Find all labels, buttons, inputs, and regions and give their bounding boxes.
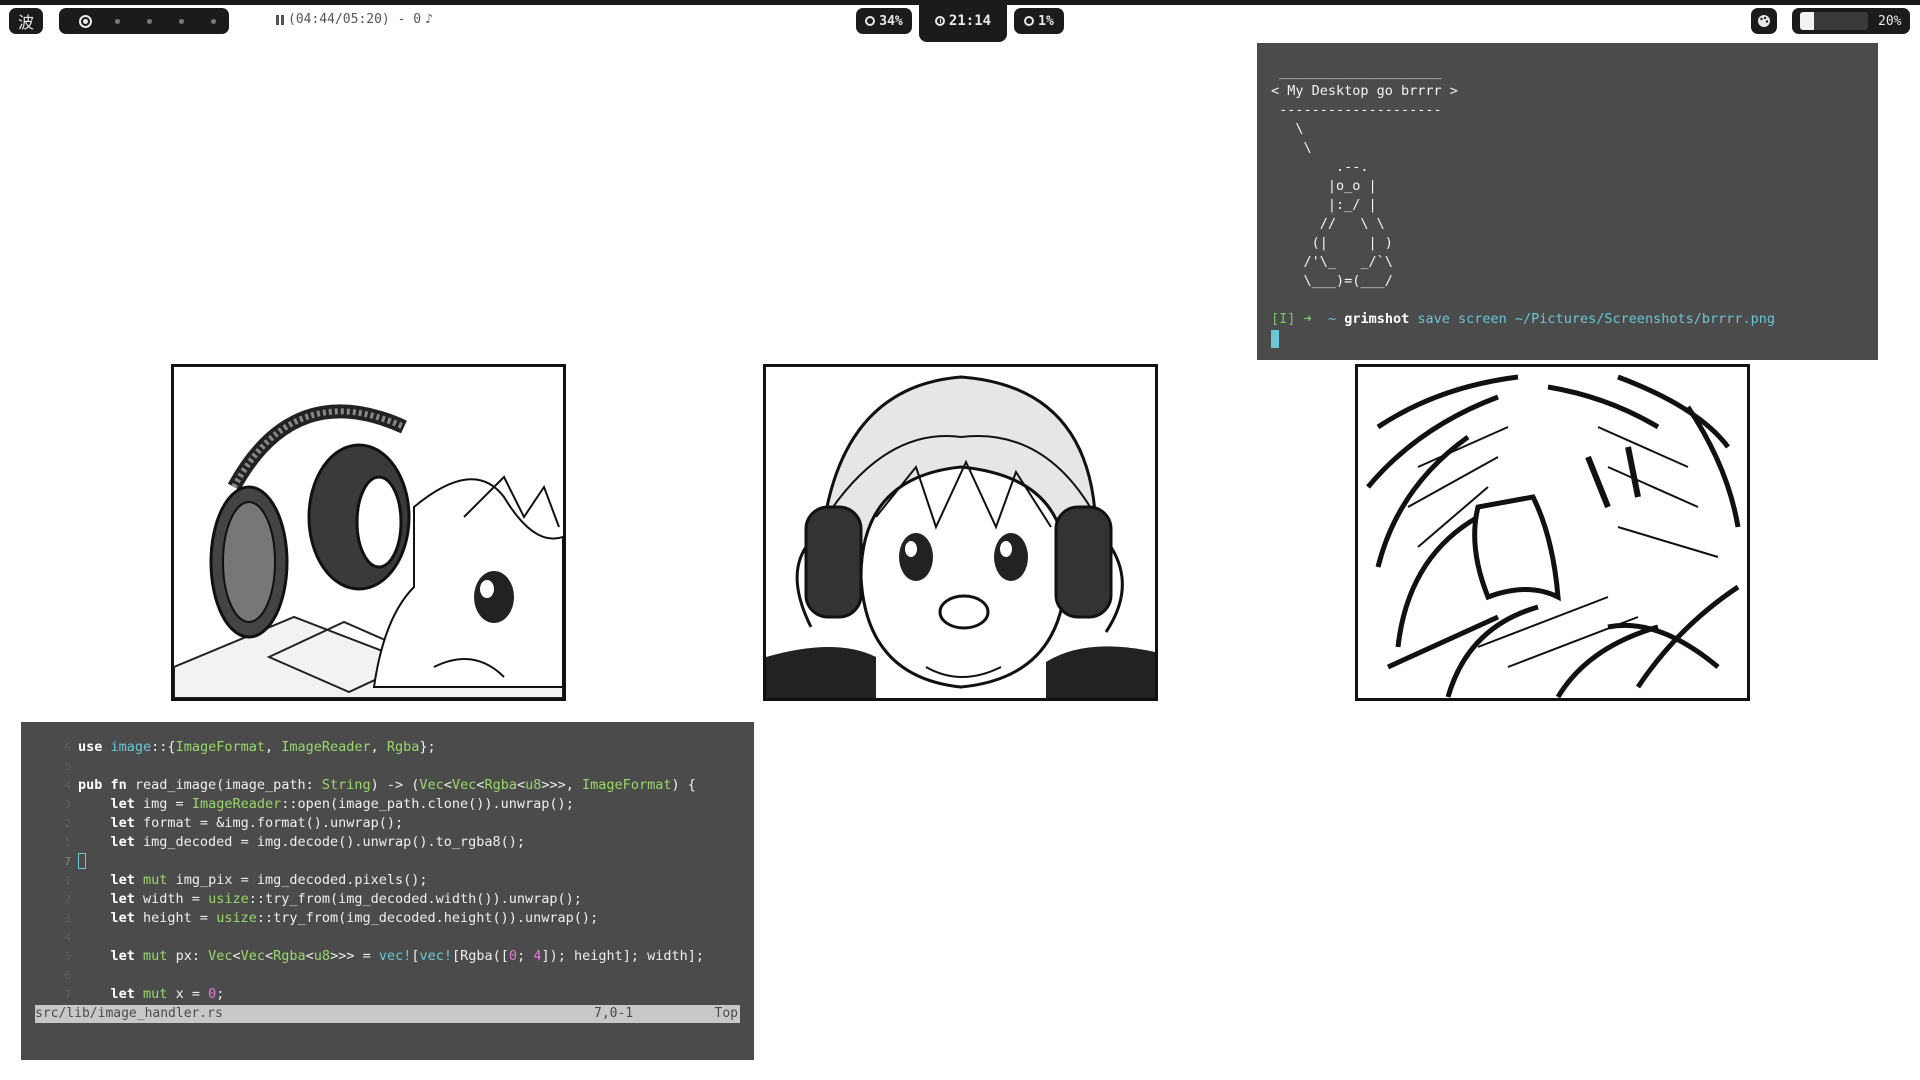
media-progress: (04:44/05:20) - 0 xyxy=(288,12,422,27)
code-line: 6 xyxy=(64,969,71,982)
workspace-2[interactable] xyxy=(101,18,133,24)
terminal-cursor xyxy=(1271,330,1279,348)
cpu-icon xyxy=(865,16,876,26)
launcher-logo[interactable]: 波 xyxy=(9,8,43,34)
shell-prompt[interactable]: [I] ➜ ~ grimshot save screen ~/Pictures/… xyxy=(1271,310,1878,329)
manga-panel-girl-headphones xyxy=(763,364,1158,701)
code-line-current: 7 xyxy=(21,852,754,871)
workspace-switcher xyxy=(59,8,229,34)
theme-toggle[interactable] xyxy=(1751,8,1777,34)
code-line: 2 let format = &img.format().unwrap(); xyxy=(64,815,404,831)
manga-panel-scribble-face xyxy=(1355,364,1750,701)
code-line: 2 let width = usize::try_from(img_decode… xyxy=(64,891,582,907)
battery-bar xyxy=(1800,12,1868,30)
editor-statusline: src/lib/image_handler.rs 7,0-1 Top xyxy=(35,1005,740,1023)
cpu-widget[interactable]: 34% xyxy=(856,8,912,34)
cpu-value: 34% xyxy=(879,13,903,29)
manga-panel-headphones-closeup xyxy=(171,364,566,701)
cowsay-output: ____________________ < My Desktop go brr… xyxy=(1271,64,1458,289)
prompt-mode: [I] xyxy=(1271,311,1296,327)
code-line: 5 xyxy=(64,760,71,773)
palette-icon xyxy=(1758,15,1770,27)
code-line: 6 use image::{ImageFormat, ImageReader, R… xyxy=(64,739,436,755)
code-line: 1 let mut img_pix = img_decoded.pixels()… xyxy=(64,872,428,888)
memory-value: 1% xyxy=(1038,13,1054,29)
code-line: 5 let mut px: Vec<Vec<Rgba<u8>>> = vec![… xyxy=(64,948,705,964)
code-line: 3 let height = usize::try_from(img_decod… xyxy=(64,910,599,926)
battery-widget[interactable]: 20% xyxy=(1792,8,1910,34)
command-args: save screen ~/Pictures/Screenshots/brrrr… xyxy=(1417,311,1776,327)
prompt-arrow-icon: ➜ xyxy=(1303,311,1312,327)
workspace-1[interactable] xyxy=(69,14,101,28)
code-line: 7 let mut x = 0; xyxy=(64,986,225,1002)
battery-value: 20% xyxy=(1878,13,1902,29)
code-line: 4 xyxy=(64,931,71,944)
code-editor-window[interactable]: 6 use image::{ImageFormat, ImageReader, R… xyxy=(21,722,754,1060)
logo-text: 波 xyxy=(17,13,34,32)
clock-icon xyxy=(934,16,945,26)
prompt-dir: ~ xyxy=(1327,311,1337,327)
workspace-3[interactable] xyxy=(133,18,165,24)
status-cursor-position: 7,0-1 xyxy=(594,1006,634,1021)
clock-time: 21:14 xyxy=(948,13,992,29)
battery-fill xyxy=(1800,12,1814,30)
memory-widget[interactable]: 1% xyxy=(1014,8,1064,34)
code-line: 4 pub fn read_image(image_path: String) -… xyxy=(64,777,696,793)
music-note-icon: ♪ xyxy=(425,12,433,27)
workspace-5[interactable] xyxy=(197,18,229,24)
status-scroll: Top xyxy=(714,1006,738,1021)
code-line: 3 let img = ImageReader::open(image_path… xyxy=(64,796,574,812)
media-player-status[interactable]: (04:44/05:20) - 0 ♪ xyxy=(276,12,433,27)
command-name: grimshot xyxy=(1344,311,1410,327)
workspace-4[interactable] xyxy=(165,18,197,24)
pause-icon[interactable] xyxy=(276,14,284,25)
code-line: 1 let img_decoded = img.decode().unwrap(… xyxy=(64,834,526,850)
terminal-window[interactable]: ____________________ < My Desktop go brr… xyxy=(1257,43,1878,360)
memory-icon xyxy=(1024,16,1035,26)
status-filename: src/lib/image_handler.rs xyxy=(35,1006,223,1021)
clock-widget[interactable]: 21:14 xyxy=(919,0,1007,42)
editor-cursor xyxy=(78,853,86,869)
